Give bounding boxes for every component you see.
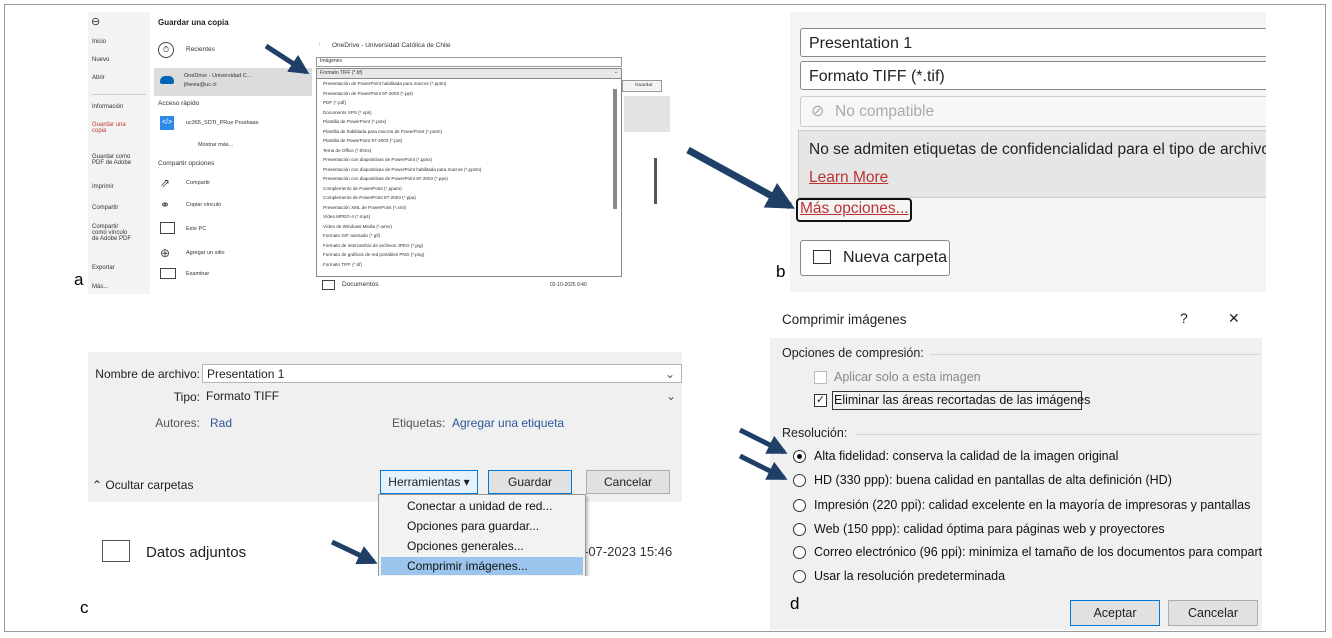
arrow-panel-d-1 (738, 427, 788, 455)
arrow-panel-c (330, 539, 378, 565)
annotation-arrows (264, 43, 795, 565)
arrow-panel-a (264, 43, 310, 75)
arrow-panel-d-2 (738, 453, 788, 481)
arrow-to-panel-b (686, 146, 795, 210)
